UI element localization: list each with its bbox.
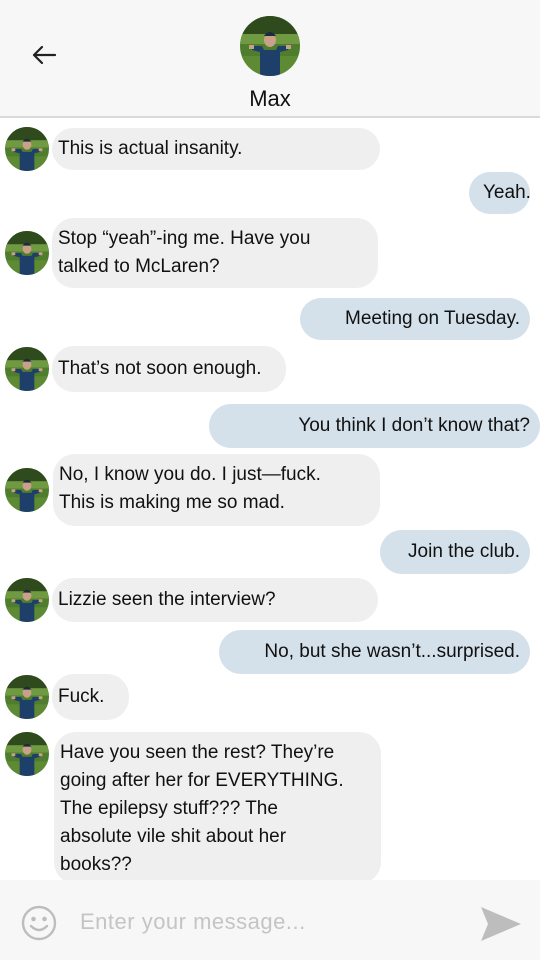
- message-text-line: Lizzie seen the interview?: [58, 589, 276, 610]
- message-bubble[interactable]: Stop “yeah”-ing me. Have you talked to Mc…: [52, 218, 378, 288]
- outgoing-message: Join the club.: [0, 530, 540, 574]
- incoming-message: That’s not soon enough.: [0, 346, 540, 392]
- message-bubble[interactable]: Yeah.: [469, 172, 531, 214]
- outgoing-message: Yeah.: [0, 172, 540, 214]
- incoming-message: Have you seen the rest? They’re going aft…: [0, 732, 540, 880]
- sender-avatar[interactable]: [5, 231, 49, 275]
- avatar-image: [240, 16, 300, 76]
- message-bubble[interactable]: This is actual insanity.: [52, 128, 380, 170]
- message-input[interactable]: [80, 902, 460, 942]
- sender-avatar[interactable]: [5, 675, 49, 719]
- message-text-line: going after her for EVERYTHING.: [60, 770, 344, 791]
- message-bubble[interactable]: Have you seen the rest? They’re going aft…: [54, 732, 381, 880]
- avatar-image: [5, 231, 49, 275]
- sender-avatar[interactable]: [5, 732, 49, 776]
- message-bubble[interactable]: No, I know you do. I just—fuck. This is m…: [53, 454, 380, 526]
- message-text-line: absolute vile shit about her: [60, 826, 287, 847]
- avatar-image: [5, 675, 49, 719]
- message-bubble[interactable]: No, but she wasn’t...surprised.: [219, 630, 530, 674]
- avatar-image: [5, 347, 49, 391]
- message-text-line: This is making me so mad.: [59, 492, 285, 513]
- outgoing-message: Meeting on Tuesday.: [0, 298, 540, 340]
- message-bubble[interactable]: Join the club.: [380, 530, 530, 574]
- incoming-message: Stop “yeah”-ing me. Have you talked to Mc…: [0, 218, 540, 288]
- message-bubble[interactable]: You think I don’t know that?: [209, 404, 540, 448]
- incoming-message: No, I know you do. I just—fuck. This is m…: [0, 454, 540, 526]
- message-list[interactable]: This is actual insanity. Yeah. Stop “yeah”…: [0, 118, 540, 880]
- message-bubble[interactable]: That’s not soon enough.: [52, 346, 286, 392]
- chat-header: Max: [0, 0, 540, 118]
- sender-avatar[interactable]: [5, 468, 49, 512]
- message-text-line: Meeting on Tuesday.: [345, 308, 520, 329]
- message-text-line: Yeah.: [483, 182, 531, 203]
- avatar-image: [5, 732, 49, 776]
- message-bubble[interactable]: Fuck.: [52, 674, 129, 720]
- sender-avatar[interactable]: [5, 347, 49, 391]
- message-bubble[interactable]: Lizzie seen the interview?: [52, 578, 378, 622]
- incoming-message: Lizzie seen the interview?: [0, 578, 540, 622]
- avatar-image: [5, 127, 49, 171]
- message-text-line: books??: [60, 854, 132, 875]
- emoji-button[interactable]: [20, 904, 58, 942]
- message-text-line: The epilepsy stuff??? The: [60, 798, 278, 819]
- outgoing-message: No, but she wasn’t...surprised.: [0, 630, 540, 674]
- message-text-line: No, I know you do. I just—fuck.: [59, 464, 321, 485]
- message-text-line: You think I don’t know that?: [298, 415, 530, 436]
- arrow-left-icon: [32, 45, 57, 65]
- message-text-line: Stop “yeah”-ing me. Have you: [58, 228, 311, 249]
- message-text-line: talked to McLaren?: [58, 256, 220, 277]
- incoming-message: This is actual insanity.: [0, 128, 540, 170]
- smiley-icon: [21, 905, 57, 941]
- message-text-line: That’s not soon enough.: [58, 358, 262, 379]
- message-text-line: This is actual insanity.: [58, 138, 243, 159]
- contact-name: Max: [249, 86, 291, 111]
- outgoing-message: You think I don’t know that?: [0, 404, 540, 448]
- message-text-line: Have you seen the rest? They’re: [60, 742, 335, 763]
- composer-bar: [0, 880, 540, 960]
- sender-avatar[interactable]: [5, 127, 49, 171]
- send-button[interactable]: [478, 904, 524, 944]
- incoming-message: Fuck.: [0, 674, 540, 720]
- message-text-line: Join the club.: [408, 541, 520, 562]
- contact-avatar[interactable]: [240, 16, 300, 76]
- sender-avatar[interactable]: [5, 578, 49, 622]
- avatar-image: [5, 468, 49, 512]
- message-text-line: No, but she wasn’t...surprised.: [264, 641, 520, 662]
- message-bubble[interactable]: Meeting on Tuesday.: [300, 298, 530, 340]
- back-button[interactable]: [28, 40, 60, 70]
- send-icon: [481, 907, 521, 941]
- message-text-line: Fuck.: [58, 686, 105, 707]
- avatar-image: [5, 578, 49, 622]
